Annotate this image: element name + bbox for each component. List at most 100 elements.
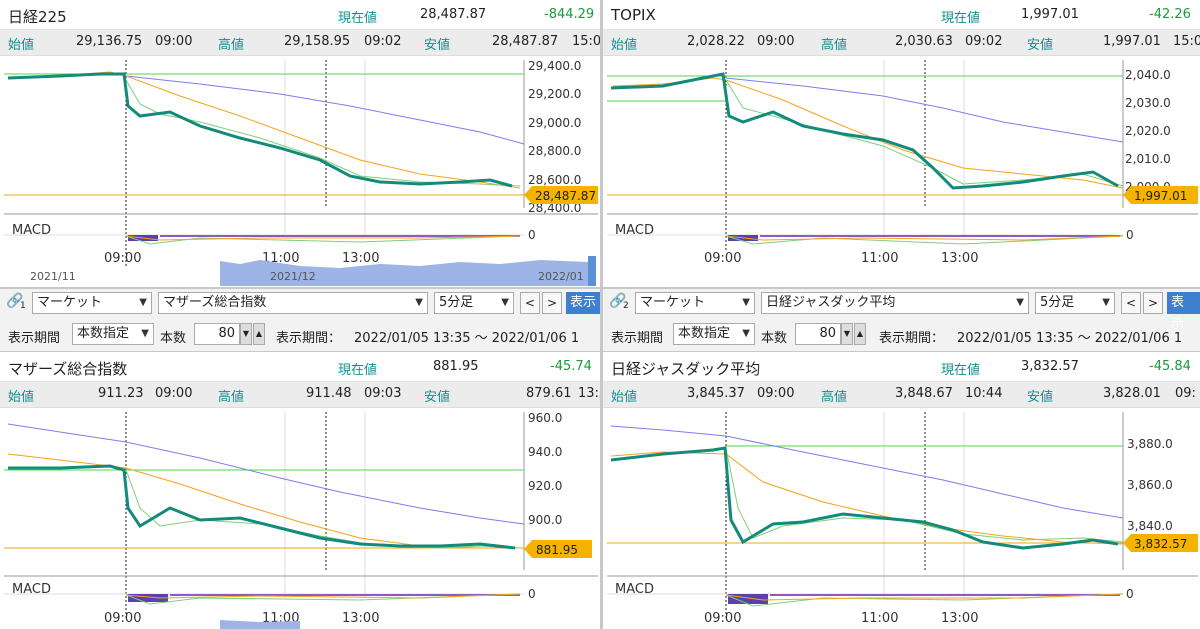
link-number: 1 — [20, 301, 26, 311]
range-label: 表示期間： — [276, 331, 342, 346]
y-tick: 2,040.0 — [1125, 68, 1171, 82]
range-label: 表示期間： — [879, 331, 945, 346]
navigator-area[interactable] — [220, 620, 300, 629]
count-input[interactable]: 80 — [194, 323, 240, 345]
current-label: 現在値 — [941, 363, 981, 378]
low-label: 安値 — [424, 390, 451, 405]
high-time: 09:03 — [364, 386, 402, 401]
open-label: 始値 — [8, 390, 35, 405]
next-button[interactable]: > — [1143, 292, 1163, 314]
show-button[interactable]: 表示 — [1167, 292, 1200, 332]
high-time: 09:02 — [965, 34, 1003, 49]
market-select-value: マーケット — [37, 295, 103, 310]
current-label: 現在値 — [338, 11, 378, 26]
price-chart[interactable]: 960.0 940.0 920.0 900.0 881.95 MACD 0 09… — [0, 408, 600, 629]
index-name: 日経225 — [8, 8, 67, 26]
market-select[interactable]: マーケット ▼ — [32, 292, 152, 314]
x-tick: 09:00 — [704, 611, 741, 626]
high-value: 2,030.63 — [895, 34, 953, 49]
price-chart[interactable]: 2,040.0 2,030.0 2,020.0 2,010.0 2,000.0 … — [603, 56, 1200, 287]
chart-panel-nikkei225: 日経225 現在値 28,487.87 -844.29 始値 29,136.75… — [0, 0, 600, 287]
prev-button[interactable]: < — [1121, 292, 1141, 314]
navigator-handle[interactable] — [588, 256, 596, 286]
chevron-down-icon: ▼ — [141, 328, 149, 339]
panel-header: 日経225 現在値 28,487.87 -844.29 — [0, 0, 600, 30]
y-tick: 29,400.0 — [528, 59, 581, 73]
chart-panel-topix: TOPIX 現在値 1,997.01 -42.26 始値 2,028.22 09… — [603, 0, 1200, 287]
y-tick: 960.0 — [528, 411, 562, 425]
ohlc-bar: 始値 2,028.22 09:00 高値 2,030.63 09:02 安値 1… — [603, 30, 1200, 56]
x-tick: 13:00 — [941, 251, 978, 266]
high-value: 3,848.67 — [895, 386, 953, 401]
index-select[interactable]: 日経ジャスダック平均 ▼ — [761, 292, 1029, 314]
x-tick: 11:00 — [861, 611, 898, 626]
nav-label: 2021/11 — [30, 270, 76, 283]
macd-zero: 0 — [1126, 228, 1134, 242]
x-tick: 13:00 — [342, 251, 379, 266]
low-value: 3,828.01 — [1103, 386, 1161, 401]
open-time: 09:00 — [757, 34, 795, 49]
mode-select[interactable]: 本数指定 ▼ — [673, 323, 755, 345]
open-value: 29,136.75 — [76, 34, 143, 49]
market-select-value: マーケット — [640, 295, 706, 310]
price-chart[interactable]: 3,880.0 3,860.0 3,840.0 3,832.57 MACD 0 … — [603, 408, 1200, 629]
current-label: 現在値 — [338, 363, 378, 378]
index-name: TOPIX — [611, 6, 656, 24]
index-select-value: マザーズ総合指数 — [163, 295, 267, 310]
price-chart[interactable]: 29,400.0 29,200.0 29,000.0 28,800.0 28,6… — [0, 56, 600, 287]
chevron-down-icon: ▼ — [1016, 297, 1024, 308]
open-value: 2,028.22 — [687, 34, 745, 49]
prev-button[interactable]: < — [520, 292, 540, 314]
macd-label: MACD — [615, 223, 654, 238]
open-time: 09:00 — [757, 386, 795, 401]
y-tick: 28,600.0 — [528, 173, 581, 187]
low-time: 13:3 — [578, 386, 600, 401]
x-tick: 09:00 — [104, 251, 141, 266]
chevron-down-icon: ▼ — [742, 297, 750, 308]
low-value: 879.61 — [526, 386, 572, 401]
current-value: 1,997.01 — [1021, 7, 1079, 22]
ohlc-bar: 始値 3,845.37 09:00 高値 3,848.67 10:44 安値 3… — [603, 382, 1200, 408]
index-select[interactable]: マザーズ総合指数 ▼ — [158, 292, 428, 314]
y-tick: 2,030.0 — [1125, 96, 1171, 110]
y-tick: 940.0 — [528, 445, 562, 459]
current-label: 現在値 — [941, 11, 981, 26]
high-time: 10:44 — [965, 386, 1003, 401]
chart-panel-mothers: マザーズ総合指数 現在値 881.95 -45.74 始値 911.23 09:… — [0, 352, 600, 629]
change-value: -844.29 — [544, 7, 595, 22]
low-time: 15:0 — [572, 34, 600, 49]
x-tick: 11:00 — [861, 251, 898, 266]
high-label: 高値 — [218, 38, 245, 53]
count-down-button[interactable]: ▼ — [240, 323, 252, 345]
nav-label: 2022/01 — [538, 270, 584, 283]
market-select[interactable]: マーケット ▼ — [635, 292, 755, 314]
high-time: 09:02 — [364, 34, 402, 49]
high-value: 911.48 — [306, 386, 352, 401]
count-up-button[interactable]: ▲ — [253, 323, 265, 345]
y-tick: 3,840.0 — [1127, 519, 1173, 533]
count-up-button[interactable]: ▲ — [854, 323, 866, 345]
open-time: 09:00 — [155, 34, 193, 49]
low-time: 09: — [1175, 386, 1196, 401]
x-tick: 13:00 — [342, 611, 379, 626]
change-value: -42.26 — [1149, 7, 1191, 22]
count-down-button[interactable]: ▼ — [841, 323, 853, 345]
interval-select-value: 5分足 — [1040, 295, 1075, 310]
count-input[interactable]: 80 — [795, 323, 841, 345]
y-tick: 3,860.0 — [1127, 478, 1173, 492]
next-button[interactable]: > — [542, 292, 562, 314]
current-value: 28,487.87 — [420, 7, 487, 22]
macd-zero: 0 — [528, 228, 536, 242]
chevron-down-icon: ▼ — [139, 297, 147, 308]
index-name: 日経ジャスダック平均 — [611, 360, 761, 378]
open-label: 始値 — [8, 38, 35, 53]
open-label: 始値 — [611, 38, 638, 53]
interval-select[interactable]: 5分足 ▼ — [434, 292, 514, 314]
show-button[interactable]: 表示 — [566, 292, 600, 314]
badge-value: 881.95 — [536, 543, 578, 557]
change-value: -45.84 — [1149, 359, 1191, 374]
range-value: 2022/01/05 13:35 ～ 2022/01/06 1 — [957, 331, 1183, 346]
low-time: 15:0 — [1173, 34, 1200, 49]
mode-select[interactable]: 本数指定 ▼ — [72, 323, 154, 345]
interval-select[interactable]: 5分足 ▼ — [1035, 292, 1115, 314]
